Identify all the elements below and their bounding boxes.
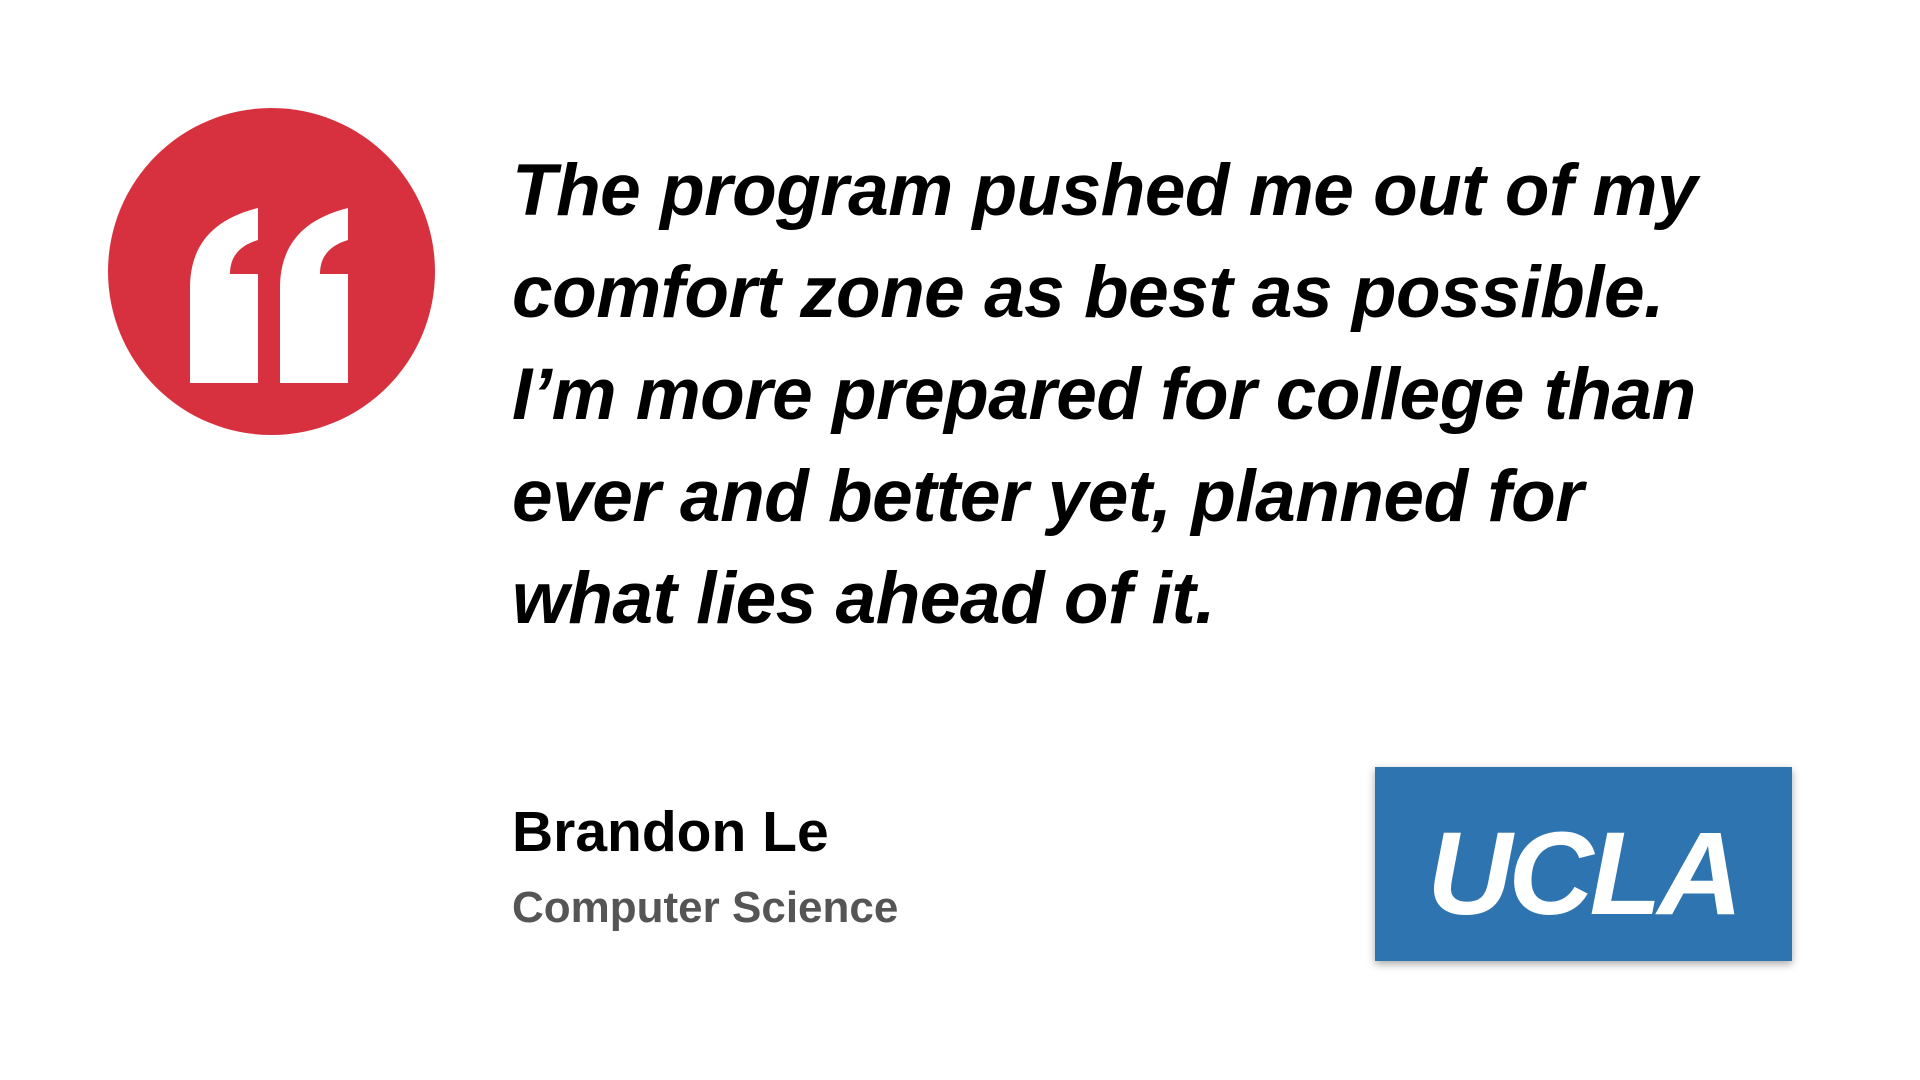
quote-badge xyxy=(108,108,435,435)
svg-text:UCLA: UCLA xyxy=(1427,808,1739,940)
quote-line: ever and better yet, planned for xyxy=(512,456,1584,537)
ucla-logo: UCLA xyxy=(1375,767,1792,961)
quote-line: I’m more prepared for college than xyxy=(512,354,1696,435)
author-field: Computer Science xyxy=(512,883,899,932)
author-name: Brandon Le xyxy=(512,800,829,864)
quote-line: what lies ahead of it. xyxy=(512,558,1215,639)
testimonial-quote: The program pushed me out of my comfort … xyxy=(512,140,1812,650)
quote-line: The program pushed me out of my xyxy=(512,150,1698,231)
ucla-logo-wordmark: UCLA xyxy=(1427,808,1743,940)
quote-mark-icon xyxy=(190,208,348,383)
quote-line: comfort zone as best as possible. xyxy=(512,252,1664,333)
